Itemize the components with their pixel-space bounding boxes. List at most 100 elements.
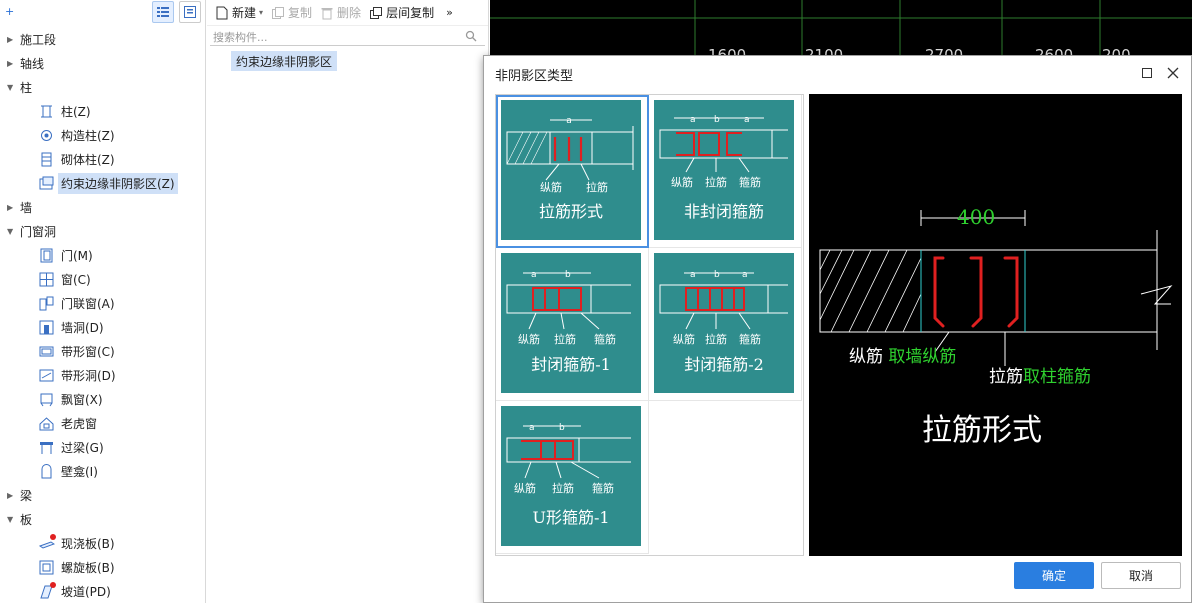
new-file-icon — [216, 6, 228, 19]
dim-b-label: b — [565, 270, 571, 280]
new-button[interactable]: 新建 ▾ — [215, 4, 263, 21]
more-button[interactable]: » — [446, 6, 453, 19]
dim-a-label: a — [529, 423, 535, 433]
tree-item[interactable]: 螺旋板(B) — [0, 556, 115, 578]
tree-group[interactable]: ▼ 柱 — [0, 76, 32, 98]
dim-b-label: b — [559, 423, 565, 433]
dropdown-caret-icon[interactable]: ▾ — [259, 8, 263, 17]
tree-item-label: 老虎窗 — [61, 416, 98, 431]
maximize-button[interactable] — [1139, 65, 1155, 81]
tree-item[interactable]: 门联窗(A) — [0, 292, 115, 314]
tie-bar-label: 拉筋 — [552, 481, 574, 495]
longitudinal-bar-label: 纵筋 — [671, 175, 693, 189]
copy-button[interactable]: 复制 — [271, 4, 312, 21]
tree-item[interactable]: 带形窗(C) — [0, 340, 115, 362]
copy-label: 复制 — [288, 6, 313, 20]
door-icon — [38, 247, 55, 264]
tree-item-label: 带形窗(C) — [61, 344, 115, 359]
tree-group[interactable]: ▼ 门窗洞 — [0, 220, 56, 242]
component-item[interactable]: 约束边缘非阴影区 — [231, 51, 338, 71]
dialog-title: 非阴影区类型 — [495, 68, 574, 84]
cast-slab-icon — [38, 533, 56, 552]
tree-item[interactable]: 柱(Z) — [0, 100, 91, 122]
cancel-button[interactable]: 取消 — [1101, 562, 1181, 589]
tree-item[interactable]: 过梁(G) — [0, 436, 104, 458]
add-icon[interactable]: + — [5, 5, 14, 18]
floor-copy-label: 层间复制 — [386, 6, 435, 20]
search-icon[interactable] — [465, 30, 477, 42]
tree-item[interactable]: 带形洞(D) — [0, 364, 116, 386]
tree-item[interactable]: 壁龛(I) — [0, 460, 98, 482]
alert-dot-icon — [50, 581, 56, 588]
tree-item[interactable]: 窗(C) — [0, 268, 91, 290]
preview-label-2: 拉筋取柱箍筋 — [989, 367, 1091, 387]
masonry-column-icon — [38, 151, 55, 168]
tie-bar-label: 拉筋 — [705, 175, 727, 189]
dim-b-label: b — [714, 270, 720, 280]
collapsed-triangle-icon[interactable]: ▶ — [7, 491, 17, 500]
column-icon — [38, 103, 55, 120]
tree-item[interactable]: 砌体柱(Z) — [0, 148, 115, 170]
collapsed-triangle-icon[interactable]: ▶ — [7, 35, 17, 44]
tree-group[interactable]: ▶ 梁 — [0, 484, 32, 506]
floor-copy-button[interactable]: 层间复制 — [369, 4, 434, 21]
tree-item[interactable]: 门(M) — [0, 244, 93, 266]
list-icon — [157, 7, 169, 17]
tree-item-label: 窗(C) — [61, 272, 91, 287]
tree-item[interactable]: 现浇板(B) — [0, 532, 115, 554]
tree-item[interactable]: 墙洞(D) — [0, 316, 104, 338]
preview-label-1: 纵筋 取墙纵筋 — [849, 347, 956, 367]
tree-group[interactable]: ▶ 墙 — [0, 196, 32, 218]
tree-group[interactable]: ▼ 板 — [0, 508, 32, 530]
copy-icon — [272, 6, 285, 19]
wall-opening-icon — [38, 319, 55, 336]
collapsed-triangle-icon[interactable]: ▶ — [7, 59, 17, 68]
tree-item[interactable]: 坡道(PD) — [0, 580, 111, 602]
collapsed-triangle-icon[interactable]: ▶ — [7, 203, 17, 212]
non-shadow-type-dialog: 非阴影区类型 a 纵筋 拉筋 拉筋形式 a b a 纵筋 拉筋 箍筋 非封闭箍筋… — [483, 55, 1192, 603]
preview-title: 拉筋形式 — [922, 413, 1042, 448]
window-icon — [38, 271, 55, 288]
tree-item[interactable]: 约束边缘非阴影区(Z) — [0, 172, 178, 194]
close-icon — [1167, 67, 1179, 79]
type-tile-closed-stirrup-2[interactable]: a b a 纵筋 拉筋 箍筋 封闭箍筋-2 — [649, 248, 802, 401]
tree-item-label: 现浇板(B) — [61, 536, 115, 551]
search-input[interactable]: 搜索构件... — [210, 28, 485, 46]
expanded-triangle-icon[interactable]: ▼ — [7, 83, 17, 92]
tree-item[interactable]: 老虎窗 — [0, 412, 97, 434]
lintel-icon — [38, 439, 55, 456]
niche-icon — [38, 463, 55, 480]
alert-dot-icon — [50, 533, 56, 540]
tree-item[interactable]: 飘窗(X) — [0, 388, 103, 410]
expanded-triangle-icon[interactable]: ▼ — [7, 227, 17, 236]
tree-group-label: 柱 — [20, 80, 33, 95]
type-tile-tie[interactable]: a 纵筋 拉筋 拉筋形式 — [496, 95, 649, 248]
tree-group-label: 施工段 — [20, 32, 57, 47]
dialog-titlebar: 非阴影区类型 — [484, 56, 1191, 92]
tree-item[interactable]: 构造柱(Z) — [0, 124, 115, 146]
type-tile-open-stirrup[interactable]: a b a 纵筋 拉筋 箍筋 非封闭箍筋 — [649, 95, 802, 248]
type-tile-closed-stirrup-1[interactable]: a b 纵筋 拉筋 箍筋 封闭箍筋-1 — [496, 248, 649, 401]
tree-group-label: 轴线 — [20, 56, 45, 71]
tree-group[interactable]: ▶ 轴线 — [0, 52, 44, 74]
close-button[interactable] — [1165, 65, 1181, 81]
stirrup-label: 箍筋 — [739, 332, 761, 346]
door-window-icon — [38, 295, 55, 312]
type-tile-u-stirrup-1[interactable]: a b 纵筋 拉筋 箍筋 U形箍筋-1 — [496, 401, 649, 554]
longitudinal-bar-label: 纵筋 — [518, 332, 540, 346]
list-view-button[interactable] — [152, 1, 174, 23]
type-grid: a 纵筋 拉筋 拉筋形式 a b a 纵筋 拉筋 箍筋 非封闭箍筋 a b 纵筋… — [495, 94, 804, 556]
expanded-triangle-icon[interactable]: ▼ — [7, 515, 17, 524]
strip-opening-icon — [38, 367, 55, 384]
tree-group[interactable]: ▶ 施工段 — [0, 28, 56, 50]
ok-button[interactable]: 确定 — [1014, 562, 1094, 589]
component-list-panel: 新建 ▾ 复制 删除 层间复制 » 搜索构件... 约束边缘非阴影区 — [207, 0, 489, 603]
delete-button[interactable]: 删除 — [320, 4, 361, 21]
dormer-icon — [38, 415, 55, 432]
component-toolbar: 新建 ▾ 复制 删除 层间复制 » — [207, 0, 488, 26]
dim-b-label: b — [714, 115, 720, 125]
detail-view-button[interactable] — [179, 1, 201, 23]
delete-label: 删除 — [337, 6, 362, 20]
preview-panel: 400 纵筋 取墙纵筋 拉筋取柱箍筋 拉筋形式 — [809, 94, 1182, 556]
search-placeholder: 搜索构件... — [213, 30, 268, 44]
